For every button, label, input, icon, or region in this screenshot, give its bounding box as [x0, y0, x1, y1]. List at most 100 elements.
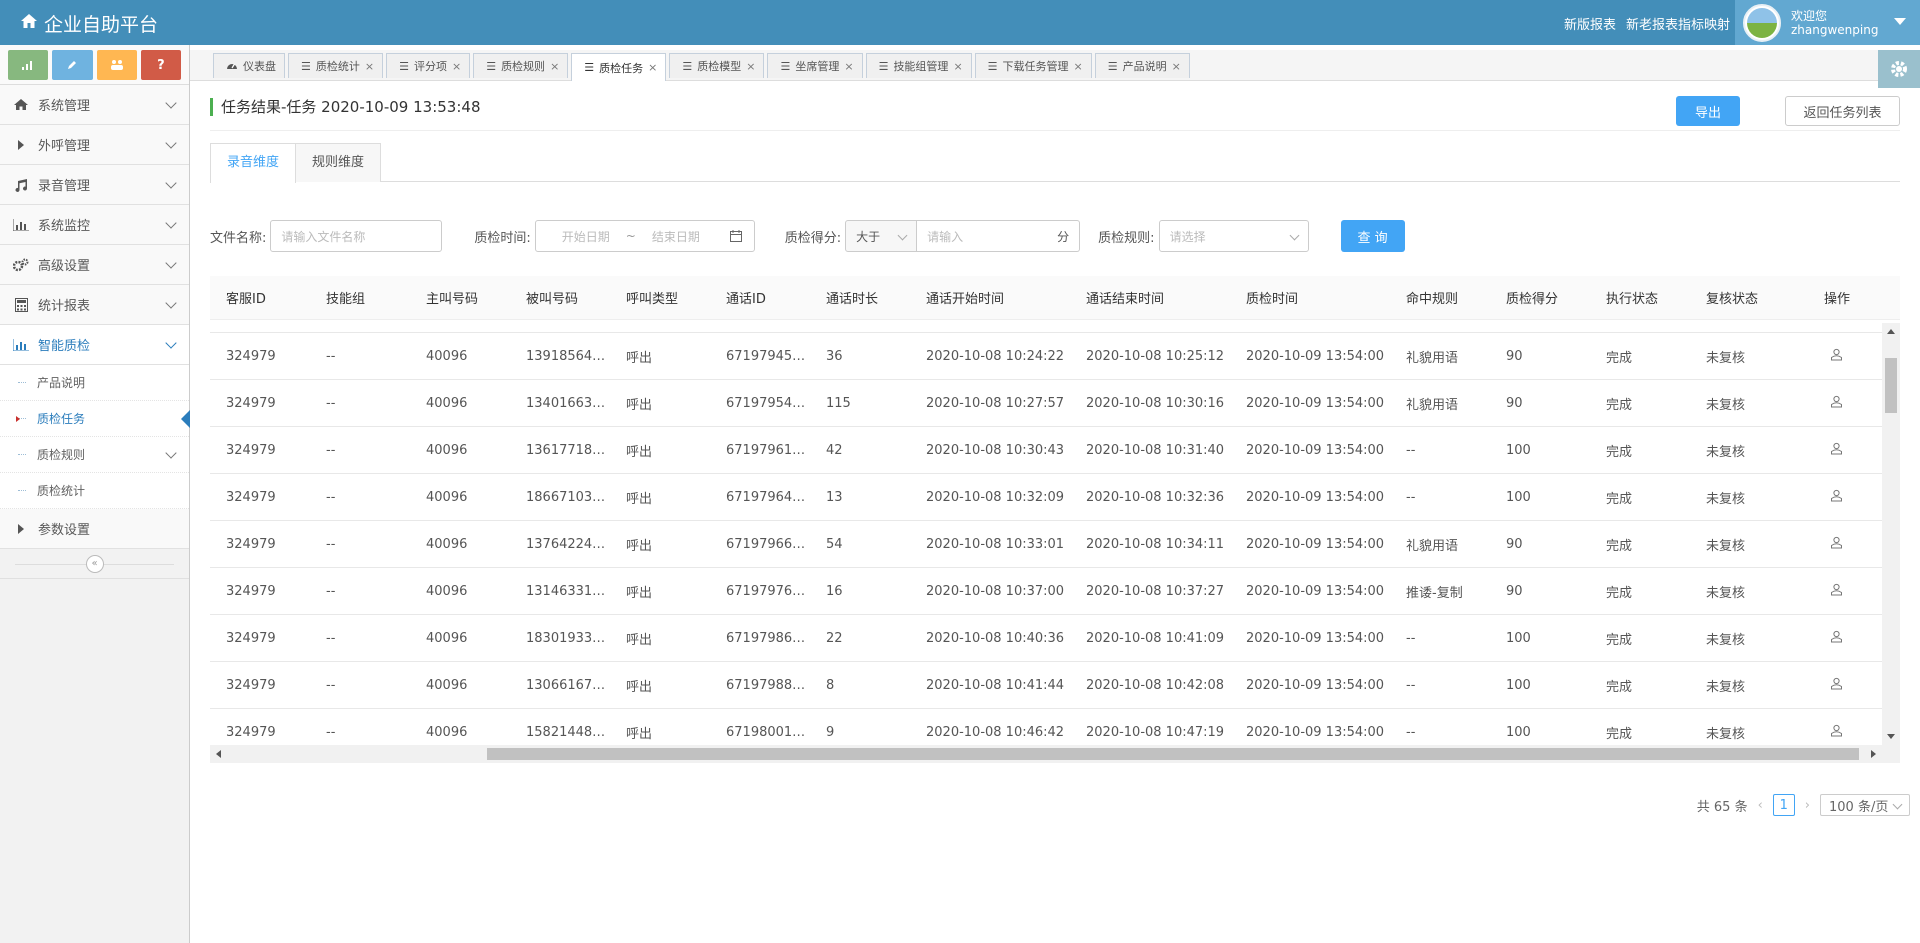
horizontal-scrollbar[interactable] — [210, 745, 1900, 763]
question-icon[interactable]: ? — [140, 50, 181, 80]
scroll-up-icon[interactable] — [1887, 329, 1895, 334]
calculator-icon — [12, 297, 30, 312]
close-icon[interactable]: × — [844, 60, 853, 73]
tab-quality-task[interactable]: ☰ 质检任务 × — [571, 53, 667, 81]
sidebar-item-monitor[interactable]: 系统监控 — [0, 205, 189, 245]
scroll-thumb[interactable] — [487, 748, 1859, 760]
close-icon[interactable]: × — [648, 61, 657, 74]
scroll-left-icon[interactable] — [216, 750, 221, 758]
table-row[interactable]: 324979 -- 40096 13401663500 呼出 671979542... 11… — [210, 380, 1882, 427]
sidebar-item-params[interactable]: 参数设置 — [0, 509, 189, 549]
review-action — [1808, 489, 1880, 506]
user-review-icon[interactable] — [1830, 395, 1843, 412]
tab-agent-manage[interactable]: ☰ 坐席管理 × — [767, 53, 863, 78]
close-icon[interactable]: × — [1074, 60, 1083, 73]
table-row[interactable]: 324979 -- 40096 13918564852 呼出 671979451... 36… — [210, 333, 1882, 380]
new-report-link[interactable]: 新版报表 — [1564, 14, 1616, 33]
tab-recording-dimension[interactable]: 录音维度 — [210, 143, 297, 183]
sidebar-subitem-quality-rules[interactable]: 质检规则 — [0, 437, 189, 473]
rule-select[interactable]: 请选择 — [1158, 220, 1309, 252]
query-button[interactable]: 查 询 — [1340, 220, 1405, 252]
tab-quality-model[interactable]: ☰ 质检模型 × — [669, 53, 765, 78]
table-cell: 324979 — [226, 630, 276, 646]
tab-quality-rules[interactable]: ☰ 质检规则 × — [473, 53, 569, 78]
sidebar-item-advanced[interactable]: 高级设置 — [0, 245, 189, 285]
close-icon[interactable]: × — [365, 60, 374, 73]
table-cell: 2020-10-08 10:27:57 — [926, 395, 1065, 411]
table-row[interactable]: 324979 -- 40096 18301933929 呼出 671979860... 22… — [210, 615, 1882, 662]
user-menu[interactable]: 欢迎您 zhangwenping — [1735, 0, 1920, 45]
close-icon[interactable]: × — [953, 60, 962, 73]
table-cell: 671979888... — [726, 677, 810, 693]
tab-skill-group[interactable]: ☰ 技能组管理 × — [865, 53, 972, 78]
sidebar-item-outbound[interactable]: 外呼管理 — [0, 125, 189, 165]
table-cell: 90 — [1506, 348, 1523, 364]
score-input[interactable]: 请输入 分 — [917, 220, 1081, 252]
user-review-icon[interactable] — [1830, 630, 1843, 647]
range-separator: ~ — [625, 229, 636, 243]
score-operator-select[interactable]: 大于 — [845, 220, 918, 252]
table-cell: 324979 — [226, 489, 276, 505]
table-cell: 2020-10-09 13:54:00 — [1246, 724, 1385, 740]
table-cell: 100 — [1506, 724, 1531, 740]
user-review-icon[interactable] — [1830, 724, 1843, 741]
table-cell: 13 — [826, 489, 843, 505]
table-row[interactable]: 324979 -- 40096 13066167625 呼出 671979888... 8 2… — [210, 662, 1882, 709]
brand[interactable]: 企业自助平台 — [20, 10, 158, 37]
tab-score-items[interactable]: ☰ 评分项 × — [386, 53, 471, 78]
page-number[interactable]: 1 — [1772, 794, 1795, 816]
tab-rule-dimension[interactable]: 规则维度 — [295, 143, 382, 182]
group-icon[interactable] — [96, 50, 137, 80]
list-icon: ☰ — [878, 59, 889, 73]
user-review-icon[interactable] — [1830, 583, 1843, 600]
scroll-right-icon[interactable] — [1871, 750, 1876, 758]
tab-product-info[interactable]: ☰ 产品说明 × — [1094, 53, 1190, 78]
close-icon[interactable]: × — [746, 60, 755, 73]
sidebar-item-system[interactable]: 系统管理 — [0, 85, 189, 125]
close-icon[interactable]: × — [452, 60, 461, 73]
page-size-select[interactable]: 100 条/页 — [1820, 794, 1910, 816]
tab-download-tasks[interactable]: ☰ 下载任务管理 × — [974, 53, 1092, 78]
user-review-icon[interactable] — [1830, 536, 1843, 553]
table-row[interactable]: 324979 -- 40096 13617718182 呼出 671979611... 42… — [210, 427, 1882, 474]
table-row[interactable]: 324979 -- 40096 13764224124 呼出 671979669... 54… — [210, 521, 1882, 568]
user-review-icon[interactable] — [1830, 489, 1843, 506]
date-range-picker[interactable]: 开始日期 ~ 结束日期 — [534, 220, 755, 252]
user-review-icon[interactable] — [1830, 677, 1843, 694]
tab-dashboard[interactable]: 仪表盘 — [213, 53, 285, 78]
user-review-icon[interactable] — [1830, 348, 1843, 365]
scroll-down-icon[interactable] — [1887, 734, 1895, 739]
bar-chart-icon[interactable] — [8, 50, 49, 80]
sidebar-item-reports[interactable]: 统计报表 — [0, 285, 189, 325]
sidebar-subitem-quality-stats[interactable]: 质检统计 — [0, 473, 189, 509]
prev-page-icon[interactable]: ‹ — [1758, 798, 1763, 813]
sidebar-item-quality[interactable]: 智能质检 — [0, 325, 189, 365]
chevron-down-icon — [165, 447, 177, 459]
table-row[interactable]: 324979 -- 40096 15821448395 呼出 671980014... 9 2… — [210, 709, 1882, 745]
report-mapping-link[interactable]: 新老报表指标映射 — [1626, 14, 1730, 33]
user-review-icon[interactable] — [1830, 442, 1843, 459]
close-icon[interactable]: × — [1172, 60, 1181, 73]
table-cell: 40096 — [426, 630, 468, 646]
tab-quality-stats[interactable]: ☰ 质检统计 × — [288, 53, 384, 78]
table-cell: -- — [1406, 489, 1416, 505]
table-cell: 2020-10-08 10:25:12 — [1086, 348, 1225, 364]
table-row[interactable]: 324979 -- 40096 18667103838 呼出 671979648... 13… — [210, 474, 1882, 521]
sidebar-subitem-product-info[interactable]: 产品说明 — [0, 365, 189, 401]
sidebar-item-recording[interactable]: 录音管理 — [0, 165, 189, 205]
export-button[interactable]: 导出 — [1676, 96, 1740, 126]
sidebar-subitem-quality-task[interactable]: 质检任务 — [0, 401, 190, 437]
top-navbar: 企业自助平台 新版报表 新老报表指标映射 欢迎您 zhangwenping — [0, 0, 1920, 45]
vertical-scrollbar[interactable] — [1882, 323, 1900, 745]
back-to-task-list-button[interactable]: 返回任务列表 — [1785, 96, 1900, 126]
sidebar-collapse: « — [0, 549, 189, 579]
double-chevron-left-icon[interactable]: « — [85, 554, 104, 573]
table-cell: 2020-10-09 13:54:00 — [1246, 583, 1385, 599]
filter-bar: 文件名称: 请输入文件名称 质检时间: 开始日期 ~ 结束日期 质检得分: 大于… — [210, 219, 1900, 253]
table-row[interactable]: 324979 -- 40096 13146331633 呼出 671979769... 16… — [210, 568, 1882, 615]
file-name-input[interactable]: 请输入文件名称 — [270, 220, 443, 252]
scroll-thumb[interactable] — [1885, 358, 1897, 413]
close-icon[interactable]: × — [550, 60, 559, 73]
next-page-icon[interactable]: › — [1805, 798, 1810, 813]
pencil-icon[interactable] — [52, 50, 93, 80]
